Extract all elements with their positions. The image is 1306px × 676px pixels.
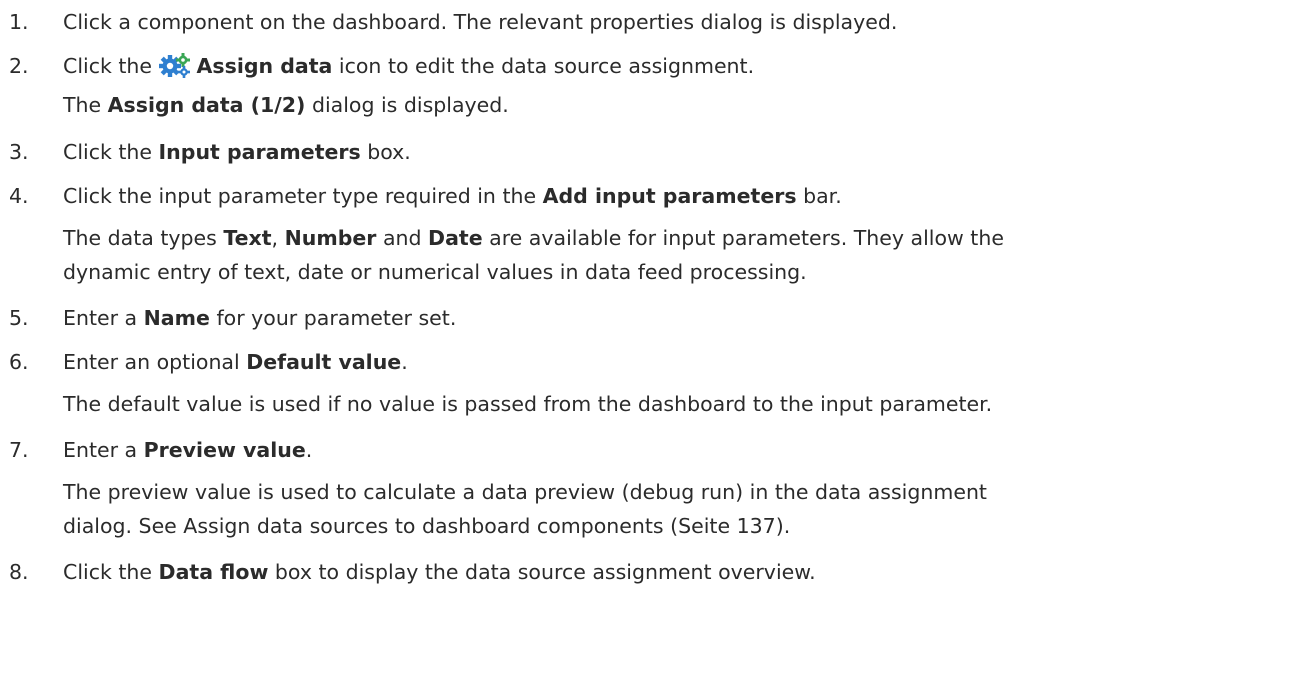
- step-2-pre: Click the: [63, 54, 153, 78]
- step-number-2: 2.: [9, 54, 29, 78]
- step-4-note-b2: Number: [284, 226, 377, 250]
- step-4-note: The data types Text, Number and Date are…: [63, 222, 1004, 254]
- step-2-note-bold: Assign data (1/2): [107, 93, 306, 117]
- step-5-pre: Enter a: [63, 306, 138, 330]
- step-4-note-sep1: ,: [271, 226, 279, 250]
- gear-icon: [158, 52, 191, 78]
- step-6-text: Enter an optional Default value.: [63, 346, 408, 378]
- step-2-text: Click the Assign data icon to edit the d…: [63, 50, 754, 82]
- step-7-note-line1: The preview value is used to calculate a…: [63, 476, 987, 508]
- step-6-bold: Default value: [246, 350, 402, 374]
- step-4-note-b3: Date: [428, 226, 483, 250]
- step-5-text: Enter a Name for your parameter set.: [63, 302, 456, 334]
- step-number-8: 8.: [9, 560, 29, 584]
- step-8-pre: Click the: [63, 560, 153, 584]
- step-4-note-post: are available for input parameters. They…: [489, 226, 1004, 250]
- step-5-bold: Name: [143, 306, 210, 330]
- step-7-pre: Enter a: [63, 438, 138, 462]
- step-4-note-b1: Text: [223, 226, 272, 250]
- step-2-bold: Assign data: [196, 54, 333, 78]
- step-6-pre: Enter an optional: [63, 350, 240, 374]
- step-4-note-and: and: [382, 226, 422, 250]
- step-7-text: Enter a Preview value.: [63, 434, 312, 466]
- step-4-note-line2-text: dynamic entry of text, date or numerical…: [63, 260, 807, 284]
- step-7-bold: Preview value: [143, 438, 306, 462]
- step-4-bold: Add input parameters: [542, 184, 797, 208]
- step-7-note-line1-text: The preview value is used to calculate a…: [63, 480, 987, 504]
- step-7-note-line2-text: dialog. See Assign data sources to dashb…: [63, 514, 791, 538]
- step-4-text: Click the input parameter type required …: [63, 180, 842, 212]
- step-6-post: .: [401, 350, 408, 374]
- step-number-4: 4.: [9, 184, 29, 208]
- step-3-bold: Input parameters: [158, 140, 361, 164]
- step-1-content: Click a component on the dashboard. The …: [63, 10, 898, 34]
- step-2-note-post: dialog is displayed.: [311, 93, 509, 117]
- step-6-note-text: The default value is used if no value is…: [63, 392, 993, 416]
- step-3-post: box.: [367, 140, 411, 164]
- step-4-note-line2: dynamic entry of text, date or numerical…: [63, 256, 807, 288]
- step-8-text: Click the Data flow box to display the d…: [63, 556, 816, 588]
- step-2-note: The Assign data (1/2) dialog is displaye…: [63, 89, 509, 121]
- step-3-pre: Click the: [63, 140, 153, 164]
- step-2-note-pre: The: [63, 93, 102, 117]
- step-8-bold: Data flow: [158, 560, 269, 584]
- step-number-6: 6.: [9, 350, 29, 374]
- step-number-3: 3.: [9, 140, 29, 164]
- step-5-post: for your parameter set.: [216, 306, 457, 330]
- step-6-note: The default value is used if no value is…: [63, 388, 992, 420]
- step-4-post: bar.: [803, 184, 842, 208]
- step-4-pre: Click the input parameter type required …: [63, 184, 537, 208]
- step-7-post: .: [305, 438, 313, 462]
- step-1-text: Click a component on the dashboard. The …: [63, 6, 897, 38]
- step-number-5: 5.: [9, 306, 29, 330]
- step-number-7: 7.: [9, 438, 29, 462]
- step-number-1: 1.: [9, 10, 29, 34]
- step-3-text: Click the Input parameters box.: [63, 136, 411, 168]
- step-4-note-pre: The data types: [63, 226, 217, 250]
- step-7-note-line2: dialog. See Assign data sources to dashb…: [63, 510, 790, 542]
- step-8-post: box to display the data source assignmen…: [274, 560, 816, 584]
- step-2-post: icon to edit the data source assignment.: [338, 54, 755, 78]
